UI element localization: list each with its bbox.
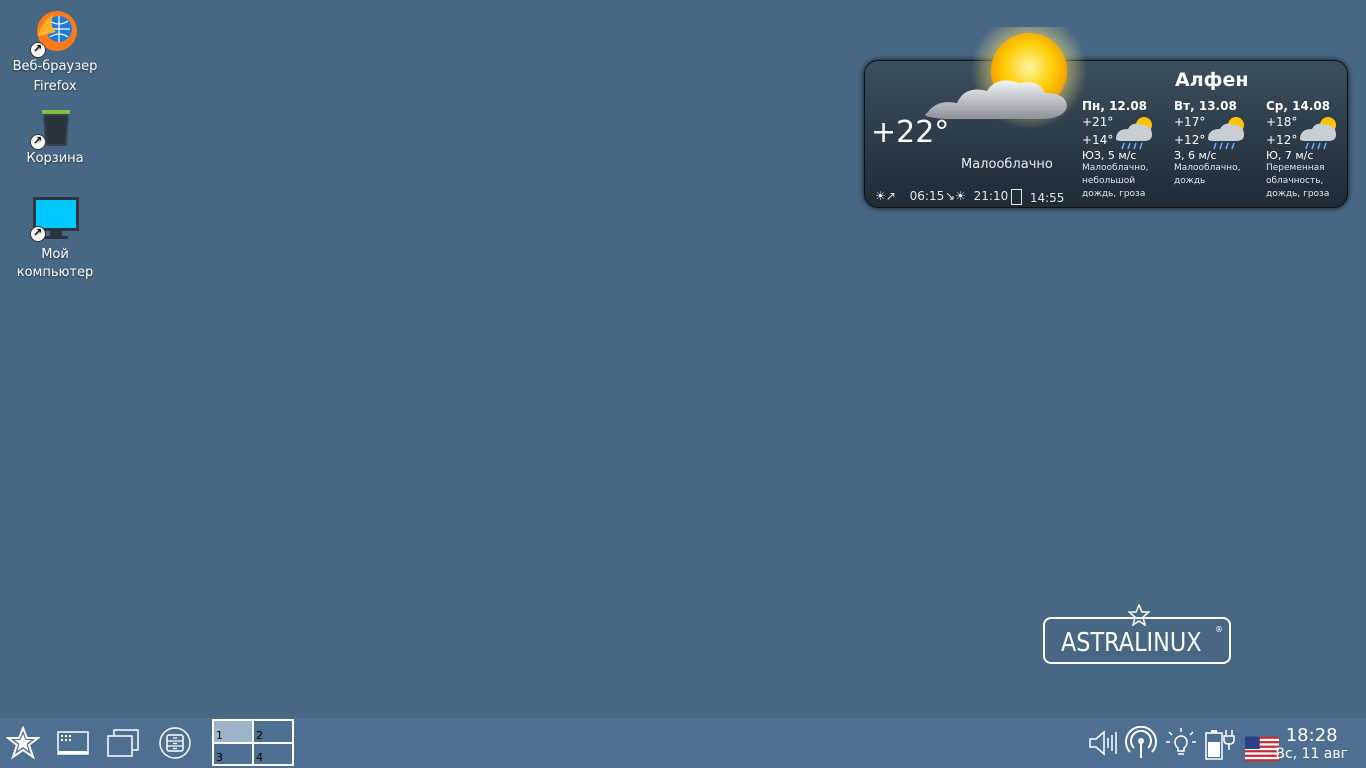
desktop-icon-trash[interactable]: Корзина (0, 104, 110, 168)
astra-linux-logo: ASTRALINUX ® (1043, 617, 1231, 664)
us-flag-icon[interactable] (1245, 732, 1279, 766)
city-name: Алфен (1175, 69, 1249, 91)
logo-text: ASTRALINUX (1061, 628, 1202, 658)
desktop-icon-my-computer[interactable]: Мой компьютер (0, 196, 110, 282)
forecast-day: Вт, 13.08 +17° +12° З, 6 м/с Малооблачно… (1174, 99, 1264, 188)
volume-icon[interactable] (1086, 726, 1120, 760)
logo-registered: ® (1215, 625, 1223, 634)
forecast-desc: Переменная облачность, дождь, гроза (1266, 163, 1330, 199)
pager-desktop-1[interactable]: 1 (213, 720, 253, 743)
clock-date: Вс, 11 авг (1275, 746, 1348, 762)
battery-icon[interactable] (1202, 726, 1236, 760)
weather-widget[interactable]: +22° Малооблачно Алфен ☀↗ 06:15 ↘☀ 21:10… (864, 27, 1348, 208)
sunrise-info: ☀↗ 06:15 (875, 189, 944, 203)
firefox-icon (30, 8, 80, 58)
pager-desktop-4[interactable]: 4 (253, 742, 293, 765)
desktop-icon-label: Firefox (33, 79, 77, 94)
sunrise-icon: ☀↗ (875, 189, 896, 203)
desktop-pager[interactable]: 1 2 3 4 (212, 719, 294, 766)
trash-icon (30, 104, 80, 154)
start-menu-star-icon[interactable] (6, 726, 40, 760)
forecast-date: Вт, 13.08 (1174, 99, 1237, 113)
forecast-day: Пн, 12.08 +21° +14° ЮЗ, 5 м/с Малооблачн… (1082, 99, 1172, 201)
forecast-desc: Малооблачно, дождь (1174, 163, 1241, 186)
forecast-date: Ср, 14.08 (1266, 99, 1331, 113)
current-temperature: +22° (871, 115, 950, 150)
forecast-date: Пн, 12.08 (1082, 99, 1148, 113)
desktop-icon-label: Веб-браузер (12, 59, 98, 74)
thunderstorm-icon (1300, 117, 1336, 150)
sunset-info: ↘☀ 21:10 (945, 189, 1008, 203)
sunrise-time: 06:15 (909, 189, 945, 203)
desktop-icon-label: компьютер (16, 265, 94, 280)
sunset-time: 21:10 (973, 189, 1009, 203)
network-icon[interactable] (1124, 726, 1158, 760)
day-length: 14:55 (1029, 191, 1065, 205)
clock[interactable]: 18:28 Вс, 11 авг (1275, 725, 1348, 763)
rain-icon (1208, 117, 1244, 150)
forecast-day: Ср, 14.08 +18° +12° Ю, 7 м/с Переменная … (1266, 99, 1356, 201)
shortcut-arrow-icon (30, 224, 46, 242)
desktop-icon-firefox[interactable]: Веб-браузер Firefox (0, 8, 110, 96)
file-manager-icon[interactable] (158, 726, 192, 760)
clock-time: 18:28 (1285, 725, 1338, 746)
shortcut-arrow-icon (30, 40, 46, 58)
shortcut-arrow-icon (30, 132, 46, 150)
forecast-desc: Малооблачно, небольшой дождь, гроза (1082, 163, 1149, 199)
thunderstorm-icon (1116, 117, 1152, 150)
day-length-icon (1011, 189, 1022, 205)
taskbar: 1 2 3 4 18:28 Вс, 11 авг (0, 718, 1366, 768)
day-length-info: 14:55 (1011, 189, 1064, 205)
windows-overview-icon[interactable] (106, 726, 140, 760)
computer-icon (30, 196, 80, 246)
current-condition: Малооблачно (961, 157, 1053, 172)
pager-desktop-2[interactable]: 2 (253, 720, 293, 743)
pager-desktop-3[interactable]: 3 (213, 742, 253, 765)
app-launcher-icon[interactable] (56, 726, 90, 760)
desktop-icon-label: Мой (41, 247, 69, 262)
brightness-icon[interactable] (1164, 726, 1198, 760)
sunset-icon: ↘☀ (945, 189, 966, 203)
